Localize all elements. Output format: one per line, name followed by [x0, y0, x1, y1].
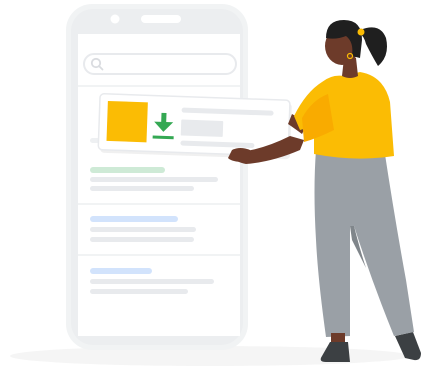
hair-tie: [357, 28, 365, 36]
woman-figure: [228, 20, 421, 362]
speaker-bar-icon: [141, 15, 181, 23]
result-text-line: [90, 186, 194, 191]
camera-dot-icon: [110, 14, 120, 24]
app-thumbnail: [106, 100, 148, 143]
result-title-line: [90, 216, 178, 222]
result-text-line: [90, 237, 194, 242]
result-title-line: [90, 268, 152, 274]
heel: [345, 356, 349, 362]
result-text-line: [90, 289, 188, 294]
app-card-text-block: [180, 119, 224, 137]
phone: [66, 4, 248, 350]
result-text-line: [90, 177, 218, 182]
search-input[interactable]: [83, 53, 237, 75]
pants: [314, 148, 414, 337]
result-text-line: [90, 279, 214, 284]
result-title-line: [90, 167, 165, 173]
app-install-illustration: [10, 4, 421, 366]
result-text-line: [90, 227, 196, 232]
